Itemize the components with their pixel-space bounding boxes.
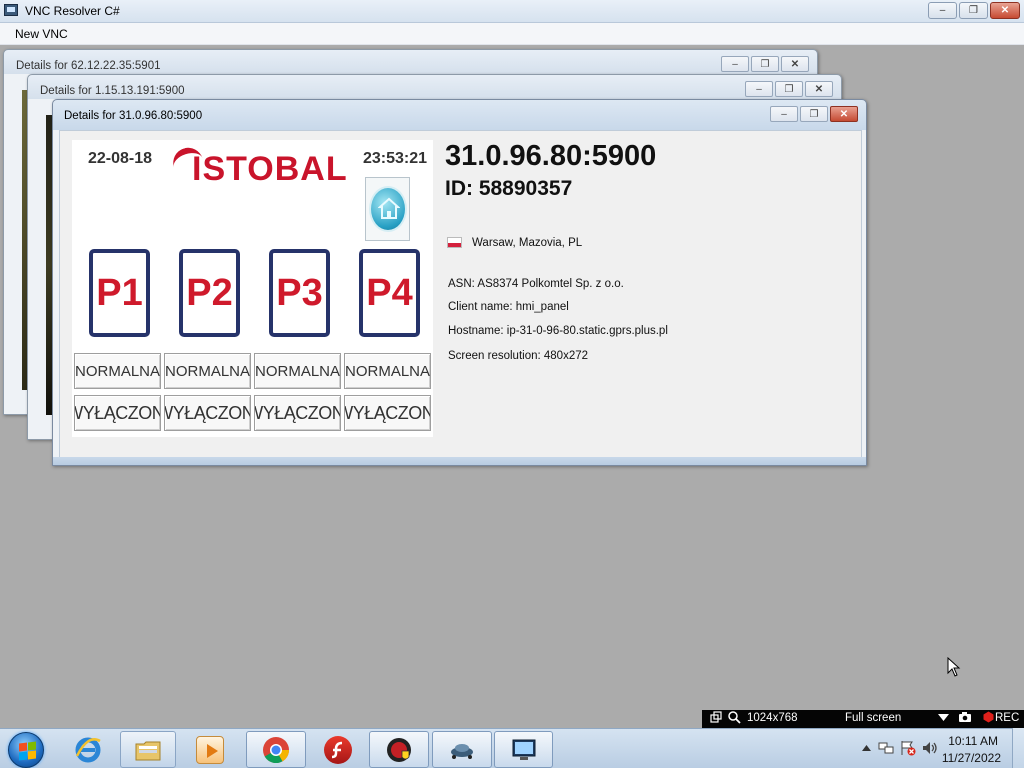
window-title: Details for 62.12.22.35:5901	[16, 60, 161, 72]
window-close-button[interactable]: ✕	[805, 81, 833, 97]
taskbar-flash[interactable]	[312, 731, 364, 768]
volume-icon[interactable]	[922, 740, 938, 759]
window-minimize-button[interactable]: –	[745, 81, 773, 97]
taskbar-network-app[interactable]	[432, 731, 492, 768]
logo-text: ISTOBAL	[192, 150, 348, 188]
window-bottom-border	[53, 457, 866, 465]
location-text: Warsaw, Mazovia, PL	[472, 237, 583, 249]
mode-normal-2: NORMALNA	[164, 353, 251, 389]
recorder-mode[interactable]: Full screen	[845, 712, 901, 724]
hostname-text: Hostname: ip-31-0-96-80.static.gprs.plus…	[448, 325, 668, 337]
action-center-flag-icon[interactable]	[900, 740, 916, 759]
device-id: ID: 58890357	[445, 177, 573, 200]
details-window-active[interactable]: Details for 31.0.96.80:5900 – ❐ ✕ 22-08-…	[52, 99, 867, 466]
window-close-button[interactable]: ✕	[830, 106, 858, 122]
app-close-button[interactable]: ✕	[990, 2, 1020, 19]
home-icon	[369, 186, 407, 232]
network-app-icon	[448, 736, 476, 764]
taskbar-shield-app[interactable]	[369, 731, 429, 768]
internet-explorer-icon	[74, 736, 102, 764]
window-minimize-button[interactable]: –	[770, 106, 798, 122]
window-title: Details for 1.15.13.191:5900	[40, 85, 185, 97]
poland-flag-icon	[447, 237, 462, 248]
program-button-p4: P4	[359, 249, 420, 337]
clock-time[interactable]: 10:11 AM	[948, 734, 998, 748]
dropdown-arrow-icon[interactable]	[938, 711, 949, 726]
chrome-icon	[262, 736, 290, 764]
network-icon[interactable]	[878, 740, 894, 759]
app-maximize-button[interactable]: ❐	[959, 2, 988, 19]
istobal-logo: ISTOBAL	[169, 143, 347, 190]
media-player-icon	[196, 735, 224, 764]
window-maximize-button[interactable]: ❐	[751, 56, 779, 72]
window-maximize-button[interactable]: ❐	[775, 81, 803, 97]
flash-icon	[324, 735, 352, 764]
program-button-p1: P1	[89, 249, 150, 337]
mouse-cursor-icon	[947, 656, 961, 680]
taskbar-file-explorer[interactable]	[120, 731, 176, 768]
mode-off-4: WYŁĄCZONI	[344, 395, 431, 431]
menu-bar: New VNC	[0, 23, 1024, 45]
window-restore-icon[interactable]	[710, 711, 722, 726]
mode-normal-3: NORMALNA	[254, 353, 341, 389]
app-minimize-button[interactable]: –	[928, 2, 957, 19]
window-title: Details for 31.0.96.80:5900	[64, 110, 203, 122]
folder-icon	[134, 736, 162, 764]
program-button-p3: P3	[269, 249, 330, 337]
taskbar-vnc-resolver[interactable]	[494, 731, 553, 768]
vnc-screenshot: 22-08-18 ISTOBAL 23:53:21 P1 P2 P3 P4 NO…	[72, 140, 433, 437]
asn-text: ASN: AS8374 Polkomtel Sp. z o.o.	[448, 278, 624, 290]
screen-resolution-text: Screen resolution: 480x272	[448, 350, 589, 362]
taskbar-media-player[interactable]	[184, 731, 236, 768]
record-icon[interactable]	[983, 711, 994, 726]
taskbar-chrome[interactable]	[246, 731, 306, 768]
hmi-date: 22-08-18	[88, 150, 153, 167]
window-maximize-button[interactable]: ❐	[800, 106, 828, 122]
host-address: 31.0.96.80:5900	[445, 140, 657, 172]
show-desktop-button[interactable]	[1012, 728, 1024, 768]
camera-icon[interactable]	[958, 711, 972, 726]
app-title: VNC Resolver C#	[25, 4, 120, 18]
mode-normal-1: NORMALNA	[74, 353, 161, 389]
program-button-p2: P2	[179, 249, 240, 337]
window-close-button[interactable]: ✕	[781, 56, 809, 72]
mode-off-2: WYŁĄCZONI	[164, 395, 251, 431]
zoom-icon[interactable]	[728, 711, 741, 727]
vnc-resolver-icon	[510, 736, 538, 764]
shield-app-icon	[385, 736, 413, 764]
mode-normal-4: NORMALNA	[344, 353, 431, 389]
start-button[interactable]	[8, 732, 44, 768]
app-icon[interactable]	[4, 4, 18, 16]
clock-date[interactable]: 11/27/2022	[942, 751, 1001, 765]
window-minimize-button[interactable]: –	[721, 56, 749, 72]
client-name-text: Client name: hmi_panel	[448, 301, 569, 313]
mode-off-3: WYŁĄCZONI	[254, 395, 341, 431]
hmi-time: 23:53:21	[362, 150, 427, 167]
app-title-bar[interactable]: VNC Resolver C# – ❐ ✕	[0, 0, 1024, 23]
rec-label[interactable]: REC	[995, 712, 1019, 724]
taskbar-internet-explorer[interactable]	[62, 731, 114, 768]
menu-new-vnc[interactable]: New VNC	[15, 27, 68, 41]
hmi-home-button	[365, 177, 410, 241]
recorder-resolution: 1024x768	[747, 712, 798, 724]
show-hidden-icons-arrow[interactable]	[862, 741, 871, 755]
screen-recorder-bar: 1024x768 Full screen REC	[702, 710, 1024, 728]
mode-off-1: WYŁĄCZONI	[74, 395, 161, 431]
